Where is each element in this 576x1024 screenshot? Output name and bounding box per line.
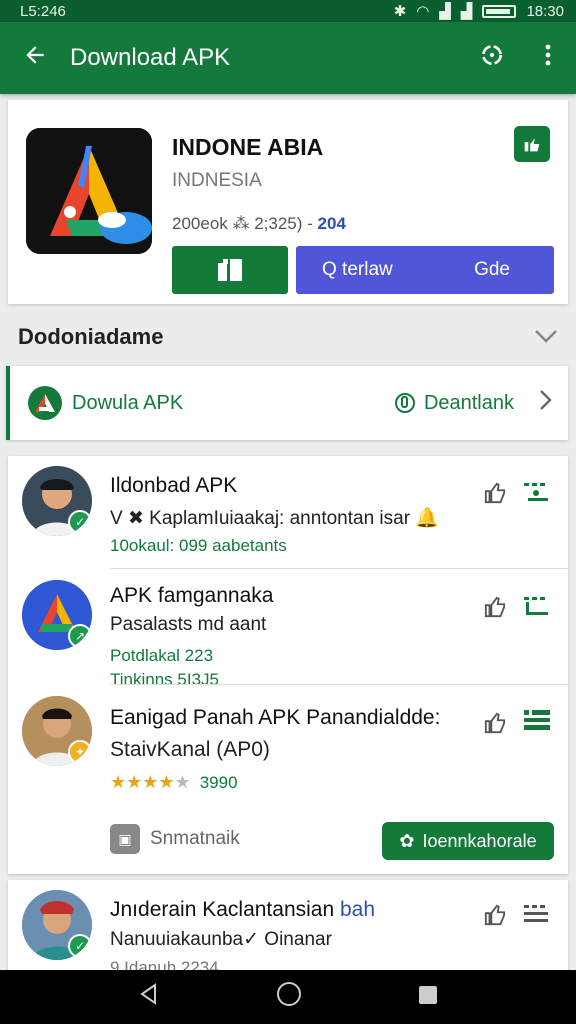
item-description: Nanuuiakaunba✓ Oinanar [110, 929, 332, 950]
download-apk-label: Dowula APK [72, 391, 184, 414]
app-meta-text: 200eok ⁂ 2;325) - [172, 214, 313, 233]
rating-stars: ★★★★★ 3990 [110, 772, 238, 793]
rating-stars-empty: ★ [174, 772, 191, 792]
thumb-up-icon[interactable] [484, 482, 506, 510]
download-apk-row[interactable]: Dowula APK Deantlank [6, 366, 568, 440]
more-vert-icon[interactable] [520, 42, 576, 75]
item-stats: 10okaul: 099 aabetants [110, 536, 287, 555]
nav-recents-icon[interactable] [417, 982, 439, 1013]
apk-logo-icon [28, 386, 62, 420]
list-item[interactable]: ↗ APK famgannaka Pasalasts md aant Potdl… [8, 570, 568, 689]
app-bar: Download APK [0, 22, 576, 94]
download-button-label: Ioennkahorale [422, 830, 537, 851]
star-badge-icon: ✦ [68, 740, 92, 764]
divider [110, 684, 568, 685]
status-bar: L5:246 ✱ ◠ ▟ ▟ 18:30 [0, 0, 576, 22]
trend-badge-icon: ↗ [68, 624, 92, 648]
item-title: Eanigad Panah APK Panandialdde: [110, 706, 441, 729]
item-description: StaivKanal (AP0) [110, 738, 270, 761]
list-item[interactable]: ✓ Ildonbad APK V ✖ KaplamIuiaakaj: annto… [8, 456, 568, 568]
thumb-up-icon[interactable] [484, 596, 506, 624]
similar-link[interactable]: ▣ Snmatnaik [110, 824, 240, 854]
bluetooth-icon: ✱ [393, 3, 407, 20]
item-stats: Potdlakal 223 [110, 646, 214, 665]
page-title: Download APK [70, 44, 231, 71]
menu-dots-icon[interactable] [522, 594, 550, 624]
search-open-button[interactable]: Q terlaw Gde [296, 246, 554, 294]
share-badge-icon[interactable] [514, 126, 550, 162]
app-count: 204 [317, 214, 346, 233]
open-label: Gde [474, 259, 510, 280]
similar-label: Snmatnaik [150, 828, 240, 849]
app-publisher[interactable]: INDNESIA [172, 170, 262, 192]
results-list: ✓ Ildonbad APK V ✖ KaplamIuiaakaj: annto… [8, 456, 568, 874]
item-description: Pasalasts md aant [110, 614, 267, 635]
download-link[interactable]: Deantlank [394, 392, 514, 415]
search-label: Q terlaw [322, 259, 393, 280]
status-icons: ✱ ◠ ▟ ▟ 18:30 [393, 2, 564, 21]
item-description: V ✖ KaplamIuiaakaj: anntontan isar 🔔 [110, 508, 439, 529]
install-button[interactable] [172, 246, 288, 294]
app-logo-icon[interactable] [26, 128, 152, 254]
thumb-up-icon[interactable] [484, 904, 506, 932]
menu-dots-icon[interactable] [522, 480, 550, 510]
download-flower-icon: ✿ [399, 830, 415, 851]
avatar: ↗ [22, 580, 92, 650]
status-time-right: 18:30 [526, 2, 564, 20]
chevron-right-icon[interactable] [538, 389, 552, 418]
app-header-card: INDONE ABIA INDNESIA 200eok ⁂ 2;325) - 2… [8, 100, 568, 304]
nav-home-icon[interactable] [276, 981, 302, 1014]
item-title: APK famgannaka [110, 584, 274, 607]
section-title: Dodoniadame [18, 324, 164, 349]
download-link-label: Deantlank [423, 391, 514, 414]
status-time-left: L5:246 [20, 2, 66, 20]
list-item-partial[interactable]: ✓ Jnıderain Kaclantansian bah Nanuuiakau… [8, 880, 568, 972]
similar-icon: ▣ [110, 824, 140, 854]
divider [110, 568, 568, 569]
chevron-down-icon[interactable] [534, 324, 558, 350]
download-button[interactable]: ✿ Ioennkahorale [382, 822, 554, 860]
app-name: INDONE ABIA [172, 134, 324, 160]
avatar: ✓ [22, 890, 92, 960]
install-icon [218, 259, 242, 281]
item-title: Ildonbad APK [110, 474, 238, 497]
menu-dots-icon[interactable] [522, 902, 550, 932]
signal-icon-2: ▟ [460, 3, 473, 20]
refresh-icon[interactable] [464, 42, 520, 75]
bell-icon: 🔔 [415, 508, 439, 529]
download-clock-icon [394, 393, 415, 413]
signal-icon: ▟ [439, 3, 451, 20]
app-meta: 200eok ⁂ 2;325) - 204 [172, 214, 346, 234]
battery-icon [482, 4, 517, 18]
avatar: ✦ [22, 696, 92, 766]
menu-list-icon[interactable] [522, 708, 552, 740]
rating-count: 3990 [199, 773, 238, 792]
wifi-icon: ◠ [416, 3, 430, 20]
rating-stars-filled: ★★★★ [110, 772, 175, 792]
back-arrow-icon[interactable] [0, 42, 70, 74]
verified-badge-icon: ✓ [68, 934, 92, 958]
item-title: Jnıderain Kaclantansian bah [110, 898, 376, 921]
system-nav-bar [0, 970, 576, 1024]
nav-back-icon[interactable] [137, 982, 161, 1013]
thumb-up-icon[interactable] [484, 712, 506, 740]
section-header[interactable]: Dodoniadame [0, 310, 576, 364]
avatar: ✓ [22, 466, 92, 536]
verified-badge-icon: ✓ [68, 510, 92, 534]
